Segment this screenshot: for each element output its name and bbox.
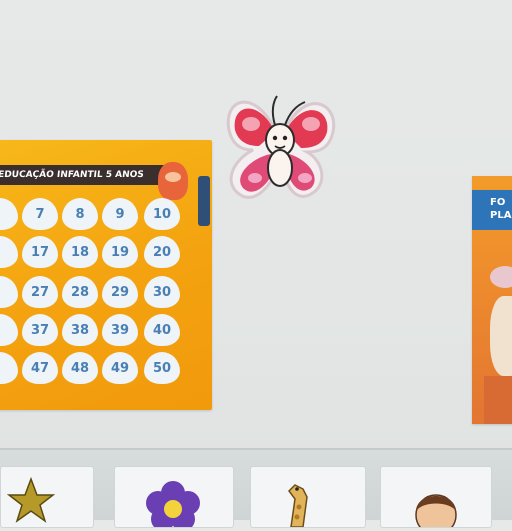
number-tile: 10 [144,198,180,230]
number-tile: 37 [22,314,58,346]
right-poster-header: FO PLA [472,190,512,230]
number-tile: 8 [62,198,98,230]
card-pocket-strip [0,448,512,531]
person-icon [415,494,457,531]
right-poster-header-line-1: FO [490,197,506,208]
classroom-wall: EDUCAÇÃO INFANTIL 5 ANOS 7 8 9 10 17 18 19 20 27… [0,0,512,531]
number-tile: 19 [102,236,138,268]
number-tile [0,314,18,346]
number-tile: 39 [102,314,138,346]
right-poster-header-line-2: PLA [490,210,512,221]
card-star [0,466,94,528]
number-tile: 50 [144,352,180,384]
right-poster-figure-head [490,266,512,288]
number-tile: 18 [62,236,98,268]
right-poster-figure-base [484,376,512,424]
flower-icon [146,481,200,531]
card-flower [114,466,234,531]
number-tile [0,236,18,268]
giraffe-icon [288,484,308,528]
number-tile: 9 [102,198,138,230]
butterfly-icon [226,95,336,199]
number-tile: 38 [62,314,98,346]
number-tile [0,352,18,384]
number-tile: 47 [22,352,58,384]
number-tile: 27 [22,276,58,308]
number-grid: 7 8 9 10 17 18 19 20 27 28 29 30 37 38 39 40 47 48 49 50 [0,140,212,410]
number-tile: 30 [144,276,180,308]
star-icon [6,476,56,523]
number-tile: 48 [62,352,98,384]
number-tile: 29 [102,276,138,308]
numbers-poster: EDUCAÇÃO INFANTIL 5 ANOS 7 8 9 10 17 18 19 20 27… [0,140,212,410]
card-giraffe [250,466,366,528]
number-tile: 49 [102,352,138,384]
number-tile: 40 [144,314,180,346]
right-poster-figure-body [490,296,512,376]
number-tile [0,276,18,308]
number-tile: 20 [144,236,180,268]
card-person [380,466,492,531]
number-tile [0,198,18,230]
number-tile: 28 [62,276,98,308]
number-tile: 7 [22,198,58,230]
number-tile: 17 [22,236,58,268]
right-poster: FO PLA [472,176,512,424]
